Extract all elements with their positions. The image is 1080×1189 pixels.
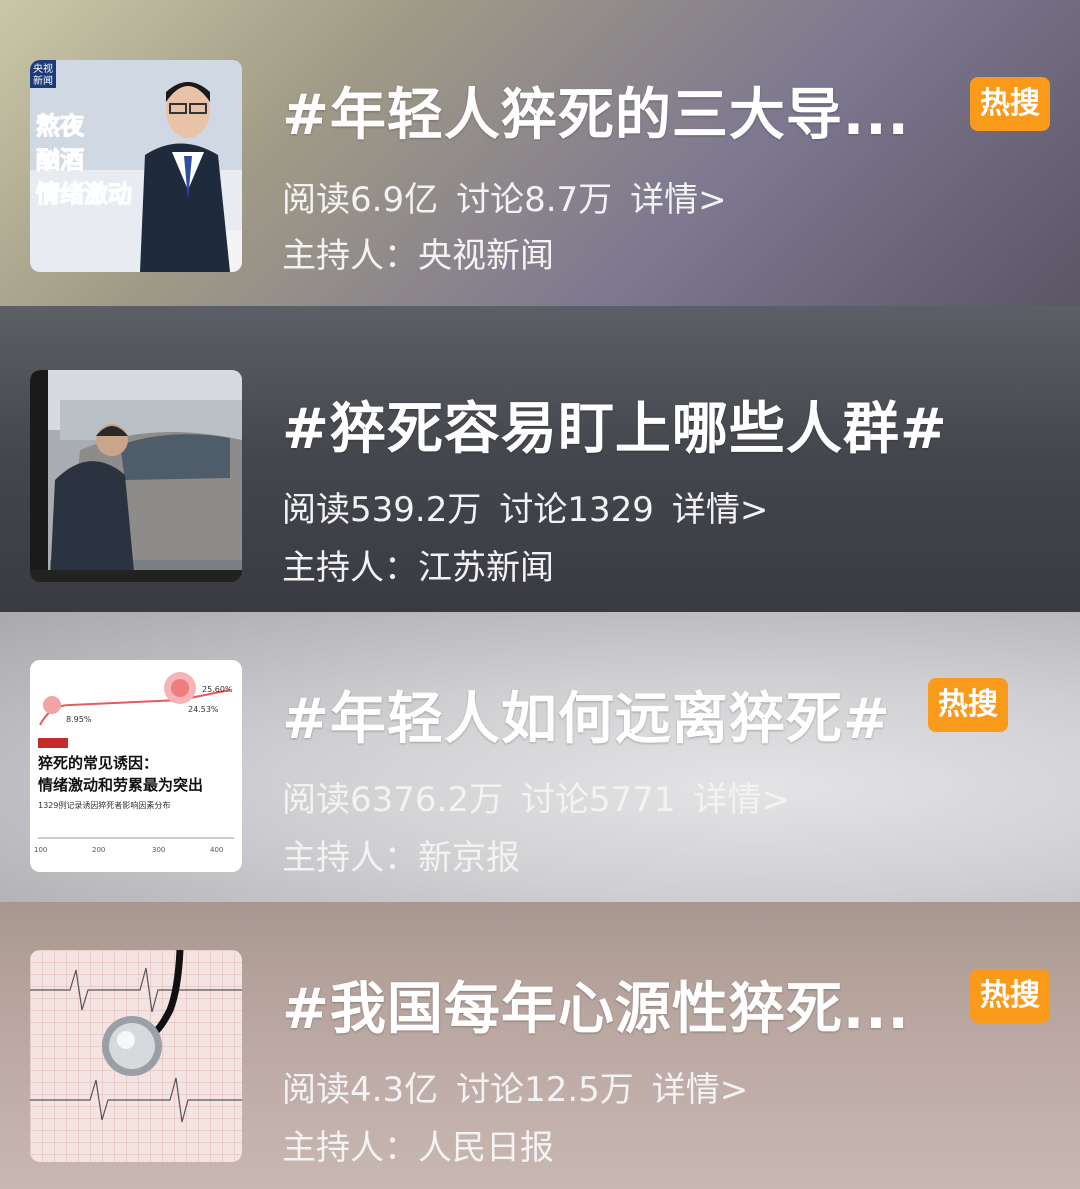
svg-text:8.95%: 8.95%	[66, 715, 92, 724]
detail-link[interactable]: 详情>	[652, 1070, 749, 1110]
detail-link[interactable]: 详情>	[630, 180, 727, 220]
hot-search-badge: 热搜	[970, 77, 1050, 131]
topic-stats: 阅读4.3亿 讨论12.5万 详情>	[282, 1062, 766, 1111]
detail-link[interactable]: 详情>	[672, 490, 769, 530]
read-count: 阅读6.9亿	[282, 180, 439, 220]
topic-title[interactable]: #年轻人如何远离猝死#	[282, 674, 891, 755]
thumb-subtitle: 1329例记录诱因猝死者影响因素分布	[38, 800, 170, 810]
thumb-heading: 情绪激动和劳累最为突出	[38, 776, 203, 794]
topic-thumbnail[interactable]: 央视 新闻 熬夜 酗酒 情绪激动	[30, 60, 242, 272]
svg-text:24.53%: 24.53%	[188, 705, 219, 714]
topic-stats: 阅读6.9亿 讨论8.7万 详情>	[282, 172, 745, 221]
thumb-heading: 猝死的常见诱因：	[37, 754, 158, 772]
discuss-count: 讨论1329	[499, 490, 654, 530]
discuss-count: 讨论5771	[520, 780, 676, 820]
svg-text:100: 100	[34, 846, 47, 854]
thumb-text-line: 情绪激动	[36, 180, 132, 208]
thumb-text-line: 酗酒	[36, 146, 84, 174]
hot-search-badge: 热搜	[928, 678, 1008, 732]
topic-card[interactable]: #猝死容易盯上哪些人群# 阅读539.2万 讨论1329 详情> 主持人：江苏新闻	[0, 306, 1080, 612]
svg-text:新闻: 新闻	[33, 74, 53, 87]
hot-topic-list: 央视 新闻 熬夜 酗酒 情绪激动 #年轻人猝死的三大导... 热搜 阅读6.9亿…	[0, 0, 1080, 1189]
svg-text:25.60%: 25.60%	[202, 685, 233, 694]
topic-stats: 阅读539.2万 讨论1329 详情>	[282, 482, 786, 531]
svg-text:400: 400	[210, 846, 223, 854]
discuss-count: 讨论12.5万	[456, 1070, 634, 1110]
topic-thumbnail[interactable]	[30, 370, 242, 582]
read-count: 阅读4.3亿	[282, 1070, 439, 1110]
svg-text:200: 200	[92, 846, 105, 854]
svg-text:300: 300	[152, 846, 165, 854]
topic-stats: 阅读6376.2万 讨论5771 详情>	[282, 772, 808, 821]
topic-card[interactable]: 25.60% 24.53% 8.95% 猝死的常见诱因： 情绪激动和劳累最为突出…	[0, 612, 1080, 902]
thumb-logo: 央视	[33, 62, 53, 75]
detail-link[interactable]: 详情>	[694, 780, 791, 820]
topic-thumbnail[interactable]	[30, 950, 242, 1162]
topic-host: 主持人：江苏新闻	[282, 548, 554, 588]
read-count: 阅读6376.2万	[282, 780, 503, 820]
thumb-text-line: 熬夜	[36, 112, 85, 140]
discuss-count: 讨论8.7万	[456, 180, 613, 220]
topic-host: 主持人：新京报	[282, 838, 520, 878]
topic-thumbnail[interactable]: 25.60% 24.53% 8.95% 猝死的常见诱因： 情绪激动和劳累最为突出…	[30, 660, 242, 872]
topic-card[interactable]: #我国每年心源性猝死... 热搜 阅读4.3亿 讨论12.5万 详情> 主持人：人民…	[0, 902, 1080, 1189]
hot-search-badge: 热搜	[970, 969, 1050, 1023]
topic-title[interactable]: #猝死容易盯上哪些人群#	[282, 384, 948, 465]
topic-title[interactable]: #年轻人猝死的三大导...	[282, 70, 910, 151]
topic-host: 主持人：央视新闻	[282, 236, 554, 276]
read-count: 阅读539.2万	[282, 490, 482, 530]
topic-host: 主持人：人民日报	[282, 1128, 554, 1168]
topic-title[interactable]: #我国每年心源性猝死...	[282, 964, 910, 1045]
topic-card[interactable]: 央视 新闻 熬夜 酗酒 情绪激动 #年轻人猝死的三大导... 热搜 阅读6.9亿…	[0, 0, 1080, 306]
